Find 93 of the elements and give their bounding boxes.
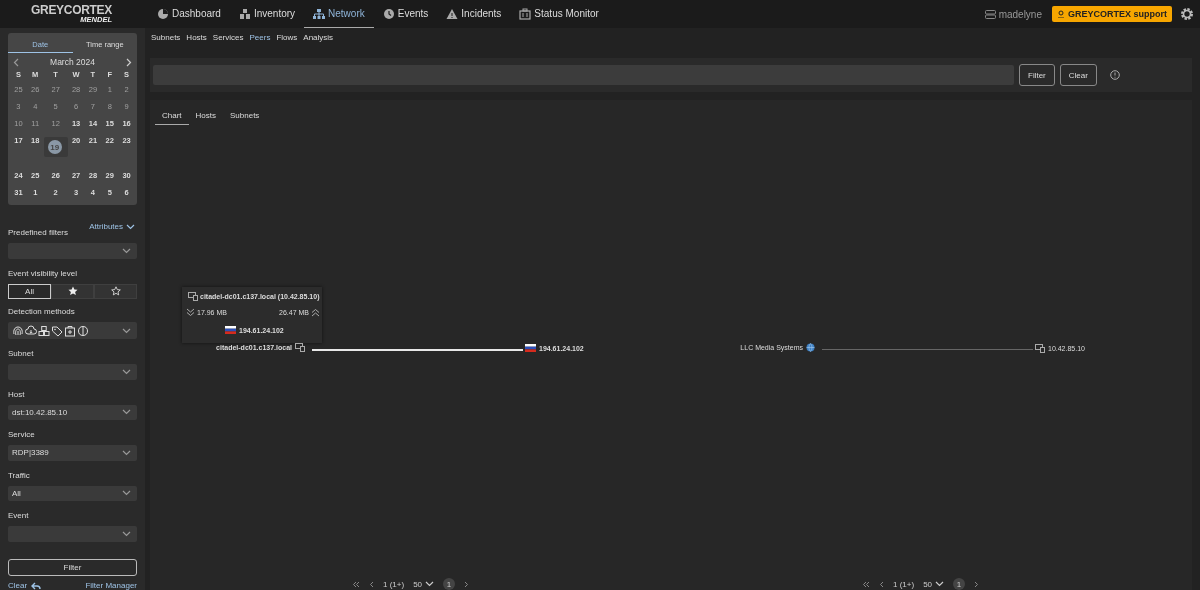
chevron-down-icon [935, 581, 945, 587]
fingerprint-icon [12, 324, 24, 337]
segment-button[interactable]: All [8, 283, 51, 299]
user-menu[interactable]: madelyne [974, 0, 1052, 28]
select-field[interactable]: RDP|3389 [8, 445, 137, 461]
nav-item[interactable]: Network [304, 0, 374, 28]
page-size-select[interactable]: 50 [923, 579, 945, 589]
filter-label: Traffic [8, 470, 30, 481]
filter-label: Predefined filters [8, 228, 69, 238]
globe-icon [806, 343, 815, 352]
star-filter-button[interactable] [51, 283, 94, 299]
brain-icon [77, 324, 89, 337]
network-icon [313, 7, 326, 20]
support-button[interactable]: GREYCORTEX support [1052, 6, 1172, 22]
previous-page-icon[interactable] [879, 580, 884, 588]
select-field[interactable]: All [8, 485, 137, 502]
settings-icon[interactable] [1180, 7, 1194, 21]
select-field[interactable]: dst:10.42.85.10 [8, 404, 137, 421]
subnav-tab[interactable]: Peers [249, 32, 271, 42]
chevron-down-icon [425, 581, 435, 587]
chevron-down-icon [122, 327, 131, 334]
chart-tab[interactable]: Hosts [188, 107, 223, 125]
chevron-down-icon [122, 530, 131, 537]
user-icon [984, 9, 996, 19]
support-icon [1057, 10, 1065, 18]
brand-name: GREYCORTEX [31, 4, 112, 16]
chevron-down-icon [122, 247, 131, 254]
next-page-icon[interactable] [974, 580, 980, 588]
star-outline-icon [110, 286, 121, 297]
page-indicator: 1 (1+) [893, 579, 915, 589]
computer-icon [188, 292, 198, 301]
first-aid-icon [64, 324, 76, 337]
chevron-down-icon [122, 449, 131, 456]
next-page-icon[interactable] [464, 580, 470, 588]
select-field[interactable] [8, 526, 137, 542]
russian-flag-icon [225, 326, 236, 334]
clock-icon [382, 7, 395, 20]
briefcase-icon [519, 7, 532, 20]
boxes-icon [238, 7, 251, 20]
first-page-icon[interactable] [352, 580, 360, 588]
previous-page-icon[interactable] [369, 580, 374, 588]
filter-label: Event [8, 511, 29, 522]
computer-icon [1035, 344, 1045, 353]
nav-item[interactable]: Status Monitor [510, 0, 608, 28]
select-field[interactable] [8, 364, 137, 380]
subnav-tab[interactable]: Analysis [303, 32, 334, 42]
select-field[interactable] [8, 243, 137, 259]
outline-star-filter-button[interactable] [94, 283, 137, 299]
first-page-icon[interactable] [862, 580, 870, 588]
page-indicator: 1 (1+) [383, 579, 405, 589]
nav-item[interactable]: Events [373, 0, 438, 28]
page-size-select[interactable]: 50 [413, 579, 435, 589]
boxes-icon [38, 324, 50, 337]
nav-item[interactable]: Incidents [437, 0, 511, 28]
filter-label: Event visibility level [8, 268, 77, 279]
filter-label: Subnet [8, 349, 34, 360]
upload-icon [311, 308, 320, 317]
tag-icon [51, 324, 63, 337]
filter-label: Detection methods [8, 307, 75, 317]
chevron-down-icon [126, 223, 135, 230]
current-page[interactable]: 1 [953, 578, 966, 590]
clear-link[interactable]: Clear [8, 581, 42, 590]
pie-chart-icon [157, 7, 169, 20]
filter-button[interactable]: Filter [1019, 64, 1055, 86]
nav-item[interactable]: Dashboard [148, 0, 230, 28]
filter-button[interactable]: Filter [8, 558, 137, 577]
clear-button[interactable]: Clear [1059, 64, 1097, 86]
chart-tab[interactable]: Chart [155, 107, 189, 125]
filter-label: Host [8, 389, 25, 400]
attributes-toggle[interactable]: Attributes [89, 222, 135, 231]
russian-flag-icon [525, 344, 536, 352]
warning-icon [446, 7, 459, 20]
cloud-download-icon [25, 324, 37, 337]
subnav-tab[interactable]: Subnets [151, 32, 181, 42]
previous-month-icon[interactable] [13, 57, 19, 67]
subnav-tab[interactable]: Hosts [186, 32, 207, 42]
next-month-icon[interactable] [126, 57, 132, 67]
chevron-down-icon [122, 409, 131, 416]
chevron-down-icon [122, 490, 131, 497]
nav-item[interactable]: Inventory [229, 0, 305, 28]
filter-manager-link[interactable]: Filter Manager [85, 581, 137, 590]
filter-label: Service [8, 430, 35, 441]
subnav-tab[interactable]: Flows [276, 32, 298, 42]
download-icon [186, 308, 195, 317]
star-icon [67, 286, 78, 297]
month-title: March 2024 [50, 57, 95, 67]
select-field[interactable] [8, 322, 137, 340]
chevron-down-icon [122, 368, 131, 375]
chart-tab[interactable]: Subnets [223, 107, 267, 125]
current-page[interactable]: 1 [443, 578, 456, 590]
help-icon[interactable] [1109, 70, 1120, 80]
subnav-tab[interactable]: Services [212, 32, 244, 42]
undo-icon [31, 581, 42, 590]
